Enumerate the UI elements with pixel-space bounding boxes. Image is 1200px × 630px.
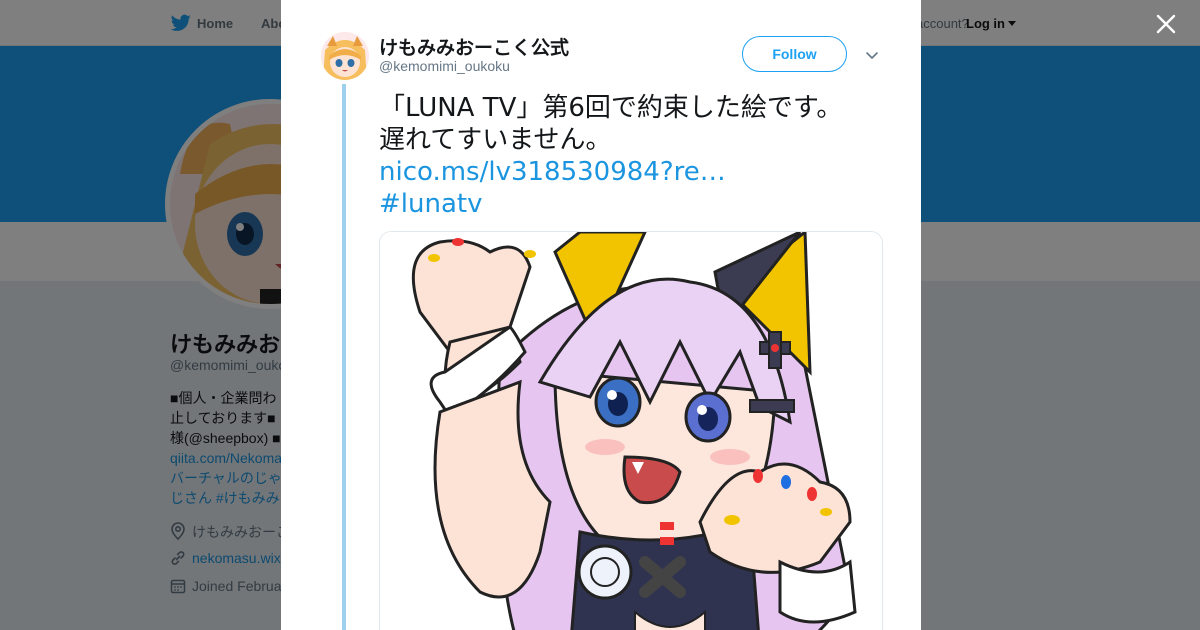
- tweet-link[interactable]: nico.ms/lv318530984?re…: [379, 156, 879, 188]
- avatar-illustration: [321, 32, 369, 80]
- tweet-author-avatar[interactable]: [321, 32, 369, 80]
- tweet-hashtag[interactable]: #lunatv: [379, 188, 879, 220]
- tweet-text-line: 「LUNA TV」第6回で約束した絵です。: [379, 93, 843, 123]
- tweet-author-name[interactable]: けもみみおーこく公式: [379, 33, 569, 60]
- follow-button[interactable]: Follow: [742, 36, 847, 72]
- tweet-media-image[interactable]: [379, 231, 883, 630]
- thread-line: [342, 84, 346, 630]
- chevron-down-icon[interactable]: [864, 47, 880, 63]
- close-icon[interactable]: [1155, 13, 1177, 35]
- tweet-modal: けもみみおーこく公式 @kemomimi_oukoku Follow 「LUNA…: [281, 0, 921, 630]
- tweet-text-line: 遅れてすいません。: [379, 125, 612, 155]
- tweet-author-handle[interactable]: @kemomimi_oukoku: [379, 58, 510, 74]
- tweet-text: 「LUNA TV」第6回で約束した絵です。 遅れてすいません。 nico.ms/…: [379, 92, 879, 220]
- anime-illustration: [380, 232, 882, 630]
